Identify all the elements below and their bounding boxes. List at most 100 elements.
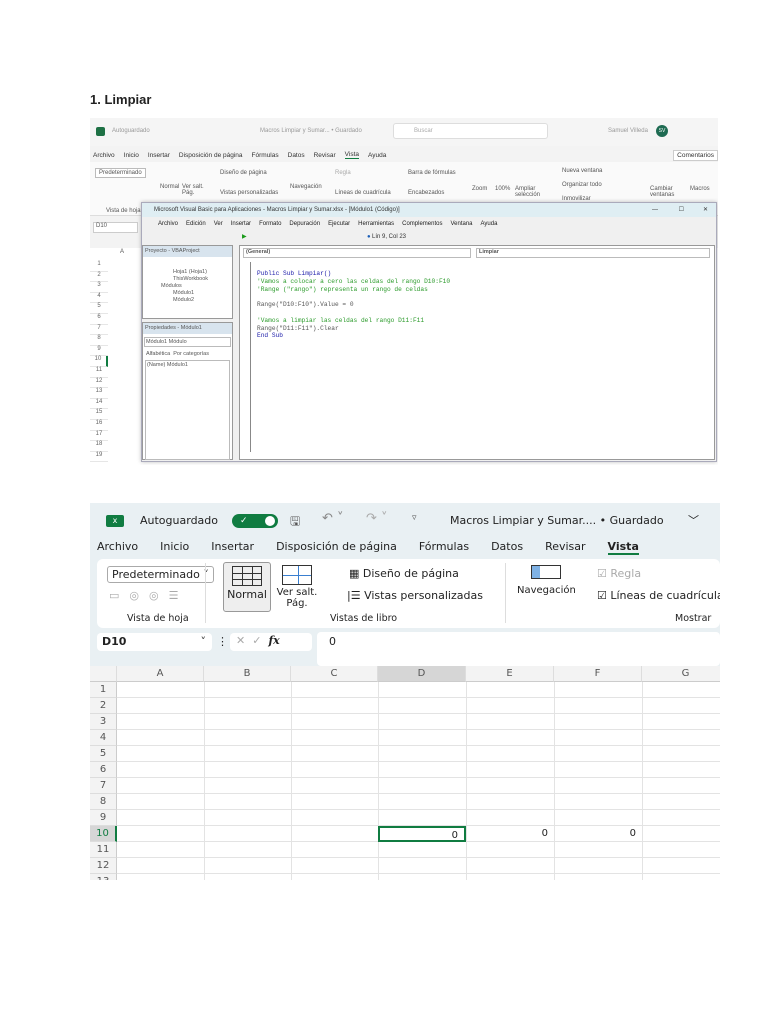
more-options-icon[interactable]: ⋮ [217, 635, 228, 648]
row-header[interactable]: 15 [90, 409, 108, 420]
row-header[interactable]: 4 [90, 730, 117, 746]
normal-view-button[interactable]: Normal [160, 184, 179, 190]
code-line[interactable]: Public Sub Limpiar() [257, 270, 450, 278]
tab-formulas[interactable]: Fórmulas [419, 540, 469, 555]
tab-por-categorias[interactable]: Por categorías [173, 351, 209, 357]
row-header[interactable]: 7 [90, 778, 117, 794]
column-header-f[interactable]: F [554, 666, 642, 682]
tab-disposicion[interactable]: Disposición de página [179, 152, 243, 159]
menu-edicion[interactable]: Edición [186, 221, 206, 227]
row-header[interactable]: 3 [90, 714, 117, 730]
code-line[interactable]: 'Vamos a colocar a cero las celdas del r… [257, 278, 450, 286]
tree-item-hoja1[interactable]: Hoja1 (Hoja1) [173, 269, 232, 276]
row-header[interactable]: 14 [90, 399, 108, 410]
tree-item-thisworkbook[interactable]: ThisWorkbook [173, 276, 232, 283]
name-box[interactable]: D10 [93, 222, 138, 233]
tab-disposicion[interactable]: Disposición de página [276, 540, 397, 555]
tab-vista[interactable]: Vista [607, 540, 639, 555]
workbook-title[interactable]: Macros Limpiar y Sumar.... • Guardado [450, 514, 664, 527]
ruler-checkbox[interactable]: Regla [335, 170, 351, 176]
headings-checkbox[interactable]: Encabezados [408, 190, 444, 196]
custom-views-button[interactable]: Vistas personalizadas [220, 190, 278, 196]
tab-archivo[interactable]: Archivo [93, 152, 115, 159]
undo-icon[interactable]: ↶ ˅ [322, 511, 344, 526]
row-header[interactable]: 2 [90, 698, 117, 714]
tab-inicio[interactable]: Inicio [160, 540, 189, 555]
tab-alfabetica[interactable]: Alfabética [146, 351, 170, 357]
tab-revisar[interactable]: Revisar [314, 152, 336, 159]
save-icon[interactable]: 🖫 [290, 512, 300, 533]
tab-vista[interactable]: Vista [344, 151, 359, 159]
menu-ejecutar[interactable]: Ejecutar [328, 221, 350, 227]
menu-insertar[interactable]: Insertar [231, 221, 251, 227]
row-header[interactable]: 12 [90, 378, 108, 389]
procedure-dropdown[interactable]: Limpiar [476, 248, 710, 258]
tab-inicio[interactable]: Inicio [124, 152, 139, 159]
arrange-all-button[interactable]: Organizar todo [562, 182, 602, 188]
page-break-button[interactable]: Ver salt. Pág. [275, 565, 319, 609]
tab-insertar[interactable]: Insertar [148, 152, 170, 159]
menu-ver[interactable]: Ver [214, 221, 223, 227]
page-layout-button[interactable]: Diseño de página [220, 170, 267, 176]
row-header[interactable]: 10 [90, 826, 117, 842]
select-all-corner[interactable] [90, 666, 117, 682]
page-layout-button[interactable]: ▦ Diseño de página [349, 567, 459, 580]
row-header[interactable]: 17 [90, 431, 108, 442]
menu-ayuda[interactable]: Ayuda [481, 221, 498, 227]
redo-icon[interactable]: ↷ ˅ [366, 511, 388, 526]
tab-insertar[interactable]: Insertar [211, 540, 254, 555]
tree-item-modulo1[interactable]: Módulo1 [173, 290, 232, 297]
macros-button[interactable]: Macros [690, 186, 710, 192]
comments-button[interactable]: Comentarios [673, 149, 718, 161]
row-header[interactable]: 5 [90, 746, 117, 762]
properties-object-select[interactable]: Módulo1 Módulo [144, 337, 231, 347]
navigation-button[interactable]: Navegación [517, 565, 576, 596]
chevron-down-icon[interactable]: ﹀ [688, 512, 699, 528]
code-line[interactable] [257, 293, 450, 301]
row-header[interactable]: 12 [90, 858, 117, 874]
menu-formato[interactable]: Formato [259, 221, 281, 227]
maximize-button[interactable]: ☐ [679, 203, 684, 217]
code-line[interactable]: Range("D11:F11").Clear [257, 325, 450, 333]
row-header[interactable]: 7 [90, 325, 108, 336]
row-header[interactable]: 11 [90, 367, 108, 378]
gridlines-checkbox[interactable]: ☑ Líneas de cuadrícula [597, 589, 720, 602]
tab-formulas[interactable]: Fórmulas [252, 152, 279, 159]
row-header[interactable]: 1 [90, 682, 117, 698]
cell-e10[interactable]: 0 [466, 826, 554, 841]
zoom100-button[interactable]: 100% [495, 186, 510, 192]
row-header[interactable]: 1 [90, 261, 108, 272]
cancel-icon[interactable]: ✕ [236, 634, 245, 647]
row-header[interactable]: 3 [90, 282, 108, 293]
zoom-button[interactable]: Zoom [472, 186, 487, 192]
row-header[interactable]: 4 [90, 293, 108, 304]
menu-herramientas[interactable]: Herramientas [358, 221, 394, 227]
cell-f10[interactable]: 0 [554, 826, 642, 841]
row-header[interactable]: 6 [90, 762, 117, 778]
avatar[interactable]: SV [656, 125, 668, 137]
tab-datos[interactable]: Datos [491, 540, 523, 555]
run-icon[interactable]: ▶ [242, 231, 247, 244]
formula-bar-checkbox[interactable]: Barra de fórmulas [408, 170, 456, 176]
column-header-d[interactable]: D [378, 666, 466, 682]
tab-datos[interactable]: Datos [288, 152, 305, 159]
search-box[interactable]: Buscar [393, 123, 548, 139]
row-header[interactable]: 18 [90, 441, 108, 452]
column-header-a[interactable]: A [117, 666, 204, 682]
row-header[interactable]: 8 [90, 335, 108, 346]
row-header[interactable]: 13 [90, 388, 108, 399]
row-header[interactable]: 6 [90, 314, 108, 325]
column-header-b[interactable]: B [204, 666, 291, 682]
new-window-button[interactable]: Nueva ventana [562, 168, 602, 174]
code-line[interactable]: End Sub [257, 332, 450, 340]
column-header-c[interactable]: C [291, 666, 378, 682]
sheet-view-select[interactable]: Predeterminado ˅ [107, 566, 214, 583]
column-header-e[interactable]: E [466, 666, 554, 682]
gridlines-checkbox[interactable]: Líneas de cuadrícula [335, 190, 391, 196]
formula-input[interactable]: 0 [317, 632, 720, 666]
tab-archivo[interactable]: Archivo [97, 540, 138, 555]
navigation-button[interactable]: Navegación [290, 184, 322, 190]
zoom-selection-button[interactable]: Ampliar selección [515, 186, 543, 198]
column-header-g[interactable]: G [642, 666, 720, 682]
tab-ayuda[interactable]: Ayuda [368, 152, 386, 159]
